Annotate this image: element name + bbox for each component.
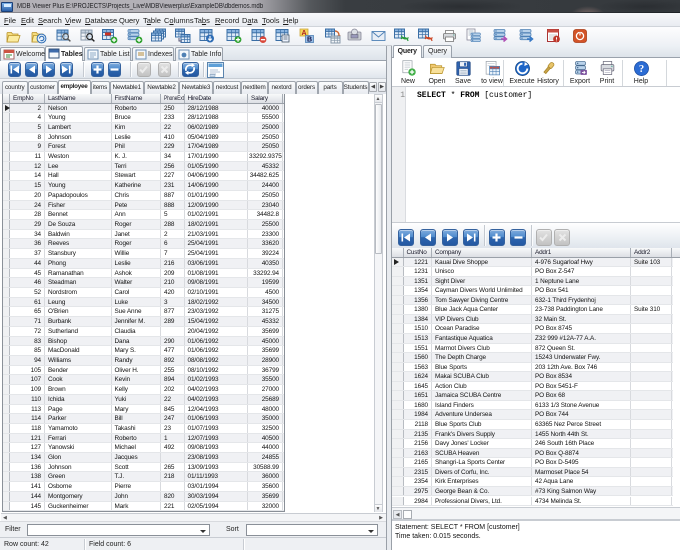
svg-text:B: B (307, 37, 312, 44)
svg-text:?: ? (638, 64, 643, 75)
